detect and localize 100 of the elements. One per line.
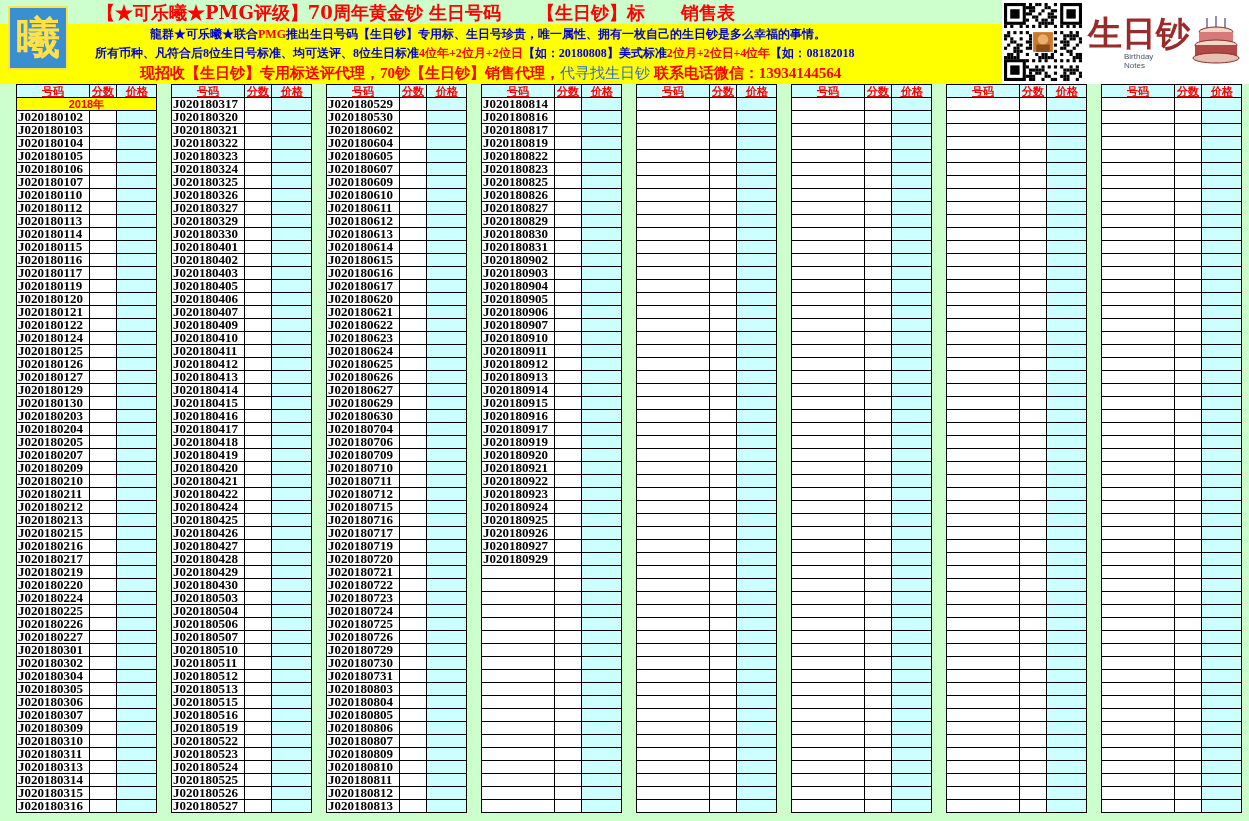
table-cell: J020180129 (17, 384, 90, 397)
table-cell: J020180903 (482, 267, 555, 280)
table-cell: J020180412 (172, 358, 245, 371)
table-cell: J020180110 (17, 189, 90, 202)
table-cell: J020180711 (327, 475, 400, 488)
table-cell: J020180114 (17, 228, 90, 241)
table-cell: J020180317 (172, 98, 245, 111)
table-cell: J020180720 (327, 553, 400, 566)
table-cell: J020180907 (482, 319, 555, 332)
table-cell: J020180411 (172, 345, 245, 358)
column-header: 分数 (1175, 85, 1202, 97)
table-cell: J020180813 (327, 800, 400, 813)
table-cell: J020180910 (482, 332, 555, 345)
table-cell: J020180215 (17, 527, 90, 540)
table-cell: J020180723 (327, 592, 400, 605)
table-cell: J020180529 (327, 98, 400, 111)
table-cell: J020180817 (482, 124, 555, 137)
column-header: 分数 (710, 85, 737, 97)
table-cell: J020180403 (172, 267, 245, 280)
table-cell: J020180216 (17, 540, 90, 553)
table-cell: J020180510 (172, 644, 245, 657)
table-cell: J020180115 (17, 241, 90, 254)
table-cell: J020180212 (17, 501, 90, 514)
banner-line: 现招收【生日钞】专用标送评代理，70钞【生日钞】销售代理，代寻找生日钞 联系电话微信：13934144564 (140, 64, 842, 84)
table-cell: J020180119 (17, 280, 90, 293)
table-cell: J020180322 (172, 137, 245, 150)
table-cell: J020180424 (172, 501, 245, 514)
table-cell: J020180920 (482, 449, 555, 462)
banner-line: 所有币种、凡符合后8位生日号标准、均可送评、8位生日标准4位年+2位月+2位日【如：20180808】美式标准2位月+2位日+4位年【如：08182018 (95, 45, 855, 62)
table-cell: J020180719 (327, 540, 400, 553)
table-cell: J020180519 (172, 722, 245, 735)
table-cell: J020180710 (327, 462, 400, 475)
table-cell: J020180305 (17, 683, 90, 696)
column-header: 号码 (947, 85, 1020, 97)
table-cell: J020180904 (482, 280, 555, 293)
table-cell: J020180922 (482, 475, 555, 488)
table-cell: J020180120 (17, 293, 90, 306)
table-cell: J020180604 (327, 137, 400, 150)
table-cell: J020180921 (482, 462, 555, 475)
table-cell: J020180323 (172, 150, 245, 163)
table-cell: J020180429 (172, 566, 245, 579)
table-cell: J020180810 (327, 761, 400, 774)
table-cell: J020180310 (17, 735, 90, 748)
table-cell: J020180314 (17, 774, 90, 787)
table-cell: J020180117 (17, 267, 90, 280)
table-cell: J020180504 (172, 605, 245, 618)
table-cell: J020180224 (17, 592, 90, 605)
table-cell: J020180926 (482, 527, 555, 540)
table-cell: J020180419 (172, 449, 245, 462)
table-cell: J020180717 (327, 527, 400, 540)
table-cell: J020180722 (327, 579, 400, 592)
table-cell: J020180704 (327, 423, 400, 436)
table-cell: J020180104 (17, 137, 90, 150)
column-header: 价格 (1202, 85, 1242, 97)
table-cell: J020180512 (172, 670, 245, 683)
table-cell: J020180823 (482, 163, 555, 176)
table-cell: J020180827 (482, 202, 555, 215)
table-cell: J020180527 (172, 800, 245, 813)
table-cell: J020180725 (327, 618, 400, 631)
table-cell: J020180213 (17, 514, 90, 527)
table-cell: J020180731 (327, 670, 400, 683)
table-cell: J020180913 (482, 371, 555, 384)
table-cell: J020180729 (327, 644, 400, 657)
table-cell: J020180307 (17, 709, 90, 722)
table-cell: J020180609 (327, 176, 400, 189)
table-cell: J020180829 (482, 215, 555, 228)
column-header: 分数 (400, 85, 427, 97)
table-cell: J020180515 (172, 696, 245, 709)
table-cell: J020180301 (17, 644, 90, 657)
table-cell: J020180219 (17, 566, 90, 579)
table-cell: J020180124 (17, 332, 90, 345)
table-cell: J020180726 (327, 631, 400, 644)
table-cell: J020180602 (327, 124, 400, 137)
table-cell: J020180407 (172, 306, 245, 319)
table-cell: J020180406 (172, 293, 245, 306)
column-header: 号码 (482, 85, 555, 97)
table-cell: J020180715 (327, 501, 400, 514)
table-cell: J020180624 (327, 345, 400, 358)
table-cell: J020180416 (172, 410, 245, 423)
table-cell: J020180622 (327, 319, 400, 332)
table-cell: J020180812 (327, 787, 400, 800)
table-cell: J020180524 (172, 761, 245, 774)
table-cell: J020180706 (327, 436, 400, 449)
table-cell: J020180526 (172, 787, 245, 800)
column-header: 分数 (555, 85, 582, 97)
table-cell: J020180925 (482, 514, 555, 527)
table-cell: J020180421 (172, 475, 245, 488)
table-cell: J020180825 (482, 176, 555, 189)
column-header: 号码 (637, 85, 710, 97)
table-cell: J020180914 (482, 384, 555, 397)
table-cell: J020180324 (172, 163, 245, 176)
column-header: 号码 (792, 85, 865, 97)
table-cell: J020180210 (17, 475, 90, 488)
table-cell: J020180113 (17, 215, 90, 228)
table-cell: J020180826 (482, 189, 555, 202)
table-cell: J020180306 (17, 696, 90, 709)
table-cell: J020180617 (327, 280, 400, 293)
table-cell: J020180428 (172, 553, 245, 566)
table-cell: J020180625 (327, 358, 400, 371)
table-cell: J020180211 (17, 488, 90, 501)
